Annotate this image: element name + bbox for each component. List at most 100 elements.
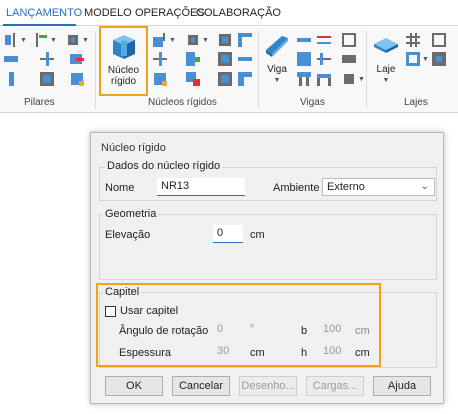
- chevron-down-icon[interactable]: ▼: [169, 37, 176, 44]
- core-edit-icon[interactable]: [153, 33, 167, 47]
- nucleo-rigido-label-1: Núcleo: [107, 65, 140, 76]
- pillar-column-icon[interactable]: [4, 72, 18, 86]
- beam-bridge-icon[interactable]: [317, 72, 331, 86]
- group-label-pilares: Pilares: [24, 97, 55, 108]
- core-delete-icon[interactable]: [186, 72, 200, 86]
- chevron-down-icon: ⌄: [420, 181, 429, 192]
- dados-title: Dados do núcleo rígido: [105, 160, 223, 172]
- pillar-edit-icon[interactable]: [34, 33, 48, 47]
- cancelar-button[interactable]: Cancelar: [172, 376, 230, 396]
- nome-input[interactable]: NR13: [157, 178, 245, 196]
- core-align-icon[interactable]: [238, 52, 252, 66]
- chevron-down-icon[interactable]: ▼: [82, 37, 89, 44]
- viga-label: Viga: [267, 64, 287, 75]
- pillar-delete-icon[interactable]: [70, 52, 84, 66]
- h-input[interactable]: 100: [319, 343, 349, 361]
- angulo-label: Ângulo de rotação: [119, 325, 209, 337]
- ambiente-value: Externo: [327, 181, 365, 193]
- chevron-down-icon[interactable]: ▼: [422, 56, 429, 63]
- tab-modelo[interactable]: MODELO: [84, 7, 132, 19]
- desenho-button[interactable]: Desenho...: [239, 376, 297, 396]
- capitel-title: Capitel: [103, 286, 142, 298]
- core-cube-icon: [112, 35, 135, 59]
- pillar-insert-icon[interactable]: [4, 33, 18, 47]
- core-add-icon[interactable]: [186, 52, 200, 66]
- slab-opening-icon[interactable]: [432, 52, 446, 66]
- group-divider: [258, 31, 259, 109]
- pillar-align-icon[interactable]: [4, 52, 18, 66]
- beam-frame-icon[interactable]: [342, 33, 356, 47]
- nucleo-rigido-button[interactable]: Núcleo rígido: [101, 28, 146, 94]
- ok-button[interactable]: OK: [105, 376, 163, 396]
- espessura-input[interactable]: 30: [213, 343, 243, 361]
- nome-label: Nome: [105, 182, 135, 194]
- viga-button[interactable]: Viga ▼: [262, 28, 292, 90]
- ambiente-select[interactable]: Externo ⌄: [322, 178, 435, 196]
- dialog-title: Núcleo rígido: [101, 142, 166, 154]
- angulo-input[interactable]: 0: [213, 321, 243, 339]
- group-divider: [95, 31, 96, 109]
- chevron-down-icon[interactable]: ▼: [358, 76, 365, 83]
- core-section-icon[interactable]: [153, 52, 167, 66]
- chevron-down-icon[interactable]: ▼: [20, 37, 27, 44]
- b-label: b: [301, 325, 308, 337]
- beam-settings-icon[interactable]: [342, 72, 356, 86]
- slab-cross-icon[interactable]: [432, 33, 446, 47]
- usar-capitel-checkbox[interactable]: [105, 306, 116, 317]
- b-unit: cm: [355, 325, 370, 337]
- beam-arrows-icon[interactable]: [317, 33, 331, 47]
- beam-insert-icon[interactable]: [297, 33, 311, 47]
- core-move-icon[interactable]: [153, 72, 167, 86]
- core-copy-icon[interactable]: [218, 52, 232, 66]
- elevacao-input[interactable]: 0: [213, 225, 243, 243]
- nucleo-rigido-label-2: rígido: [110, 76, 136, 87]
- core-column-icon[interactable]: [238, 72, 252, 86]
- chevron-down-icon[interactable]: ▼: [50, 37, 57, 44]
- geometria-title: Geometria: [103, 208, 159, 220]
- core-settings-icon[interactable]: [186, 33, 200, 47]
- nucleo-rigido-dialog: Núcleo rígido Dados do núcleo rígido Nom…: [90, 132, 444, 404]
- espessura-unit: cm: [250, 347, 265, 359]
- angulo-unit: °: [250, 323, 255, 335]
- group-divider: [366, 31, 367, 109]
- pillar-section-icon[interactable]: [40, 52, 54, 66]
- core-wall-icon[interactable]: [238, 33, 252, 47]
- chevron-down-icon[interactable]: ▼: [262, 75, 292, 86]
- group-label-lajes: Lajes: [404, 97, 428, 108]
- tab-colaboracao[interactable]: COLABORAÇÃO: [196, 7, 281, 19]
- slab-icon: [374, 38, 398, 53]
- ajuda-button[interactable]: Ajuda: [373, 376, 431, 396]
- slab-load-icon[interactable]: [406, 52, 420, 66]
- laje-button[interactable]: Laje ▼: [370, 28, 402, 90]
- espessura-label: Espessura: [119, 347, 171, 359]
- tab-operacoes[interactable]: OPERAÇÕES: [135, 7, 205, 19]
- beam-grid-icon[interactable]: [342, 52, 356, 66]
- active-tab-indicator: [3, 24, 76, 26]
- b-input[interactable]: 100: [319, 321, 349, 339]
- cargas-button[interactable]: Cargas...: [306, 376, 364, 396]
- ribbon-tab-bar: LANÇAMENTO MODELO OPERAÇÕES COLABORAÇÃO: [0, 0, 458, 26]
- h-unit: cm: [355, 347, 370, 359]
- beam-section-icon[interactable]: [297, 52, 311, 66]
- chevron-down-icon[interactable]: ▼: [370, 75, 402, 86]
- geometria-groupbox: [99, 214, 437, 280]
- usar-capitel-label[interactable]: Usar capitel: [120, 305, 178, 317]
- group-label-vigas: Vigas: [300, 97, 325, 108]
- beam-support-icon[interactable]: [297, 72, 311, 86]
- pillar-grid-icon[interactable]: [40, 72, 54, 86]
- core-vertex-icon[interactable]: [218, 33, 232, 47]
- slab-grid-icon[interactable]: [406, 33, 420, 47]
- pillar-move-icon[interactable]: [70, 72, 84, 86]
- pillar-settings-icon[interactable]: [66, 33, 80, 47]
- elevacao-unit: cm: [250, 229, 265, 241]
- tab-lancamento[interactable]: LANÇAMENTO: [6, 7, 82, 19]
- beam-span-icon[interactable]: [317, 52, 331, 66]
- ambiente-label: Ambiente: [273, 182, 320, 194]
- core-list-icon[interactable]: [218, 72, 232, 86]
- app-window: LANÇAMENTO MODELO OPERAÇÕES COLABORAÇÃO …: [0, 0, 458, 414]
- h-label: h: [301, 347, 308, 359]
- beam-icon: [266, 36, 288, 57]
- chevron-down-icon[interactable]: ▼: [202, 37, 209, 44]
- group-label-nucleos: Núcleos rígidos: [148, 97, 217, 108]
- ribbon-panel: ▼ ▼ ▼ Pilares Núcleo rígido ▼ ▼ Núcleos …: [0, 26, 458, 113]
